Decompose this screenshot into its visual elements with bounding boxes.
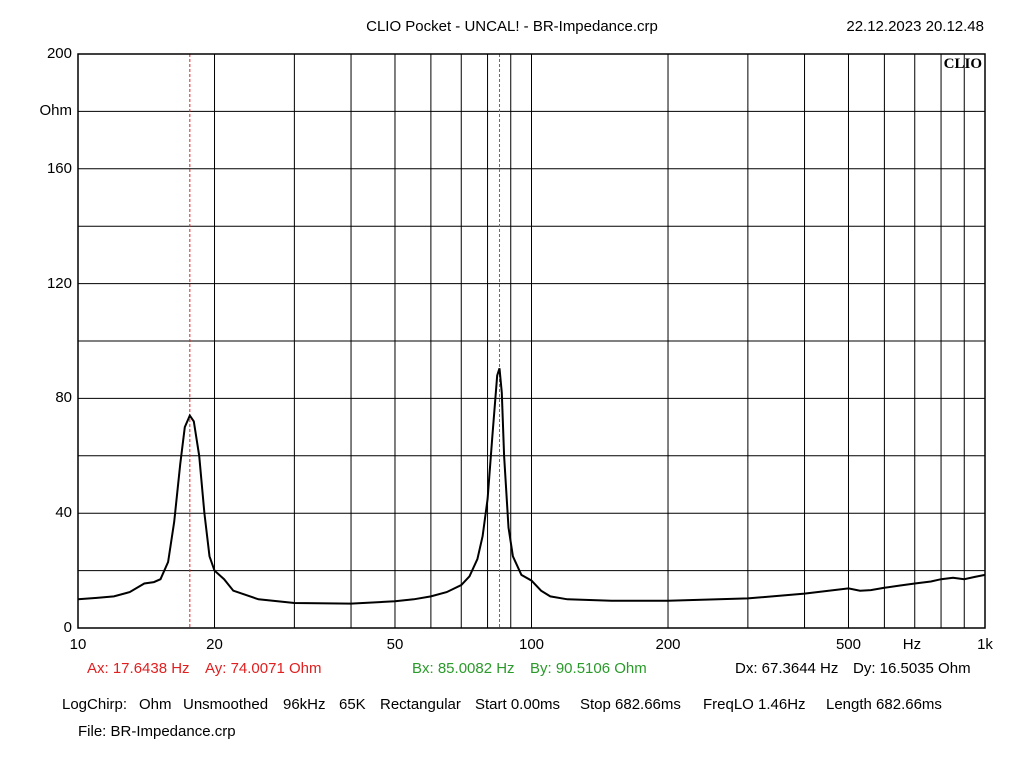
y-tick-label: 80 bbox=[55, 389, 72, 407]
setting-freqlo: FreqLO 1.46Hz bbox=[703, 696, 806, 713]
y-tick-label: 40 bbox=[55, 504, 72, 522]
file-label: File: BR-Impedance.crp bbox=[78, 723, 236, 740]
x-axis-unit-label: Hz bbox=[902, 636, 922, 653]
setting-length: Length 682.66ms bbox=[826, 696, 942, 713]
setting-smoothing: Unsmoothed bbox=[183, 696, 269, 713]
x-tick-label: 10 bbox=[69, 636, 87, 653]
x-tick-label: 50 bbox=[386, 636, 404, 653]
grid-lines bbox=[78, 54, 985, 628]
cursor-b-y-readout: By: 90.5106 Ohm bbox=[530, 660, 647, 677]
x-tick-label: 500 bbox=[835, 636, 861, 653]
cursor-a-y-readout: Ay: 74.0071 Ohm bbox=[205, 660, 322, 677]
y-axis-unit-label: Ohm bbox=[39, 102, 72, 120]
x-tick-label: 1k bbox=[977, 636, 993, 653]
setting-start: Start 0.00ms bbox=[475, 696, 561, 713]
delta-x-readout: Dx: 67.3644 Hz bbox=[735, 660, 839, 677]
y-tick-label: 160 bbox=[46, 159, 72, 177]
setting-mode: LogChirp: bbox=[62, 696, 128, 713]
x-tick-label: 200 bbox=[655, 636, 681, 653]
clio-logo: CLIO bbox=[944, 56, 982, 72]
y-tick-label: 0 bbox=[63, 619, 72, 636]
x-tick-label: 20 bbox=[206, 636, 223, 653]
y-tick-label: 120 bbox=[46, 274, 72, 292]
cursor-b-x-readout: Bx: 85.0082 Hz bbox=[412, 660, 515, 677]
cursor-a-x-readout: Ax: 17.6438 Hz bbox=[87, 660, 190, 677]
setting-window: Rectangular bbox=[380, 696, 461, 713]
setting-size: 65K bbox=[339, 696, 366, 713]
setting-unit: Ohm bbox=[139, 696, 172, 713]
delta-y-readout: Dy: 16.5035 Ohm bbox=[853, 660, 971, 677]
setting-rate: 96kHz bbox=[283, 696, 326, 713]
setting-stop: Stop 682.66ms bbox=[580, 696, 681, 713]
x-tick-label: 100 bbox=[518, 636, 545, 653]
y-tick-label: 200 bbox=[46, 45, 72, 62]
